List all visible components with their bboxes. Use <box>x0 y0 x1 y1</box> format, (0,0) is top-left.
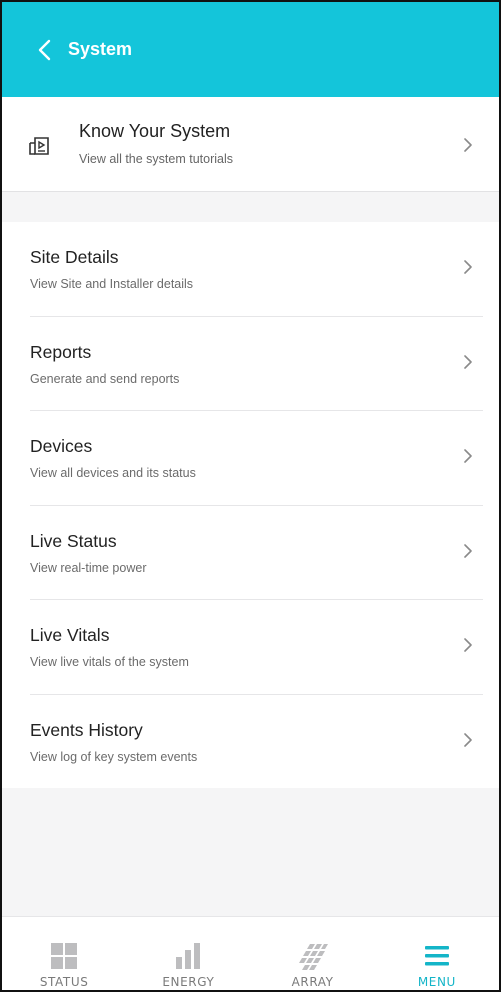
tab-label: MENU <box>417 975 456 989</box>
menu-item-site-details[interactable]: Site Details View Site and Installer det… <box>2 222 499 317</box>
tutorial-icon <box>29 137 49 155</box>
tab-array[interactable]: ARRAY <box>251 917 375 990</box>
tab-label: ARRAY <box>291 975 334 989</box>
menu-item-live-vitals[interactable]: Live Vitals View live vitals of the syst… <box>2 600 499 695</box>
chevron-left-icon <box>38 39 51 60</box>
menu-item-subtitle: View all devices and its status <box>30 466 196 480</box>
menu-item-subtitle: View log of key system events <box>30 749 198 764</box>
know-your-system-item[interactable]: Know Your System View all the system tut… <box>2 97 499 192</box>
menu-item-title: Reports <box>30 341 92 362</box>
menu-item-title: Events History <box>30 719 143 740</box>
energy-icon <box>176 943 201 969</box>
tab-status[interactable]: STATUS <box>2 917 126 990</box>
array-icon <box>298 944 328 970</box>
menu-icon <box>424 946 449 966</box>
know-your-system-title: Know Your System <box>79 121 231 141</box>
menu-item-title: Live Vitals <box>30 625 110 645</box>
menu-item-subtitle: Generate and send reports <box>30 371 180 386</box>
tab-energy[interactable]: ENERGY <box>126 917 250 990</box>
menu-item-devices[interactable]: Devices View all devices and its status <box>2 411 499 506</box>
system-menu-list: Site Details View Site and Installer det… <box>2 222 499 788</box>
menu-item-title: Devices <box>30 436 93 456</box>
chevron-right-icon <box>464 260 472 274</box>
menu-item-subtitle: View live vitals of the system <box>30 655 189 669</box>
know-your-system-subtitle: View all the system tutorials <box>79 152 233 166</box>
menu-item-events-history[interactable]: Events History View log of key system ev… <box>2 695 499 790</box>
chevron-right-icon <box>464 138 472 152</box>
chevron-right-icon <box>464 732 472 747</box>
header-bar: System <box>2 2 499 97</box>
chevron-right-icon <box>464 638 472 652</box>
status-icon <box>51 943 78 969</box>
menu-item-subtitle: View Site and Installer details <box>30 277 194 291</box>
tab-label: STATUS <box>39 975 89 989</box>
chevron-right-icon <box>464 449 472 463</box>
menu-item-title: Live Status <box>30 530 117 551</box>
chevron-right-icon <box>464 543 472 558</box>
menu-item-title: Site Details <box>30 247 119 267</box>
tab-menu[interactable]: MENU <box>375 917 499 990</box>
back-button[interactable] <box>30 35 60 65</box>
page-title: System <box>68 39 133 59</box>
menu-item-live-status[interactable]: Live Status View real-time power <box>2 506 499 600</box>
tab-label: ENERGY <box>162 975 215 989</box>
chevron-right-icon <box>464 354 472 369</box>
menu-item-reports[interactable]: Reports Generate and send reports <box>2 317 499 411</box>
app-screen: System Know Your System View all the sys… <box>0 0 501 992</box>
bottom-tab-bar: STATUS ENERGY ARRAY MENU <box>2 916 499 990</box>
menu-item-subtitle: View real-time power <box>30 560 147 575</box>
